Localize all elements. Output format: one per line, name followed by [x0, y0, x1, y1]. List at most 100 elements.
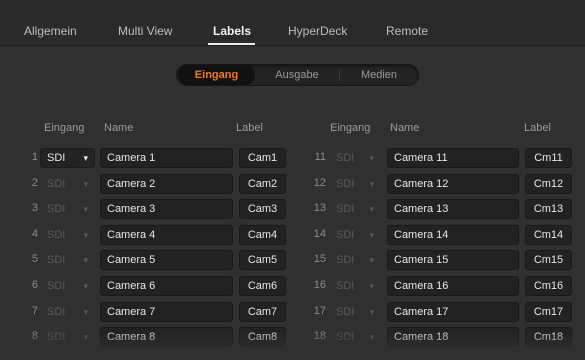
source-select-value: SDI — [47, 152, 66, 164]
source-select-value: SDI — [336, 152, 355, 164]
source-select-value: SDI — [336, 178, 355, 190]
source-select-value: SDI — [47, 280, 66, 292]
name-input[interactable]: Camera 17 — [387, 302, 519, 322]
segment-ausgabe[interactable]: Ausgabe — [257, 65, 337, 85]
source-select-value: SDI — [336, 331, 355, 343]
row-number: 6 — [31, 279, 38, 291]
source-select: SDI ▾ — [40, 302, 95, 322]
row-number: 14 — [313, 228, 326, 240]
row-number: 17 — [313, 305, 326, 317]
source-select: SDI ▾ — [40, 250, 95, 270]
chevron-down-icon: ▾ — [83, 255, 88, 265]
name-input[interactable]: Camera 6 — [100, 276, 233, 296]
name-input[interactable]: Camera 1 — [100, 148, 233, 168]
label-input[interactable]: Cam8 — [239, 327, 286, 347]
chevron-down-icon: ▾ — [83, 332, 88, 342]
label-input[interactable]: Cm12 — [525, 174, 572, 194]
name-input[interactable]: Camera 3 — [100, 199, 233, 219]
source-select[interactable]: SDI ▾ — [40, 148, 95, 168]
label-input[interactable]: Cm18 — [525, 327, 572, 347]
source-select: SDI ▾ — [329, 148, 381, 168]
source-select-value: SDI — [336, 203, 355, 215]
col-header-label-left: Label — [236, 122, 263, 134]
label-input[interactable]: Cam6 — [239, 276, 286, 296]
label-input[interactable]: Cm16 — [525, 276, 572, 296]
label-input[interactable]: Cm14 — [525, 225, 572, 245]
row-number: 8 — [31, 330, 38, 342]
name-input[interactable]: Camera 13 — [387, 199, 519, 219]
col-header-name-right: Name — [390, 122, 420, 134]
row-number: 4 — [31, 228, 38, 240]
source-select-value: SDI — [336, 306, 355, 318]
row-number: 12 — [313, 177, 326, 189]
row-number: 13 — [313, 202, 326, 214]
chevron-down-icon: ▾ — [369, 179, 374, 189]
source-select: SDI ▾ — [40, 199, 95, 219]
row-number: 2 — [31, 177, 38, 189]
source-select: SDI ▾ — [329, 302, 381, 322]
chevron-down-icon: ▾ — [83, 281, 88, 291]
name-input[interactable]: Camera 4 — [100, 225, 233, 245]
label-input[interactable]: Cam1 — [239, 148, 286, 168]
chevron-down-icon: ▾ — [369, 281, 374, 291]
source-select-value: SDI — [47, 306, 66, 318]
name-input[interactable]: Camera 15 — [387, 250, 519, 270]
source-select-value: SDI — [336, 254, 355, 266]
name-input[interactable]: Camera 14 — [387, 225, 519, 245]
chevron-down-icon: ▾ — [83, 204, 88, 214]
label-input[interactable]: Cm15 — [525, 250, 572, 270]
source-select: SDI ▾ — [329, 225, 381, 245]
label-input[interactable]: Cam3 — [239, 199, 286, 219]
label-input[interactable]: Cam2 — [239, 174, 286, 194]
name-input[interactable]: Camera 7 — [100, 302, 233, 322]
name-input[interactable]: Camera 2 — [100, 174, 233, 194]
chevron-down-icon: ▾ — [369, 307, 374, 317]
source-select-value: SDI — [47, 203, 66, 215]
tab-multi-view[interactable]: Multi View — [118, 24, 172, 38]
name-input[interactable]: Camera 8 — [100, 327, 233, 347]
row-number: 18 — [313, 330, 326, 342]
source-select-value: SDI — [336, 229, 355, 241]
chevron-down-icon: ▾ — [83, 153, 88, 163]
tab-allgemein[interactable]: Allgemein — [24, 24, 77, 38]
source-select: SDI ▾ — [40, 276, 95, 296]
name-input[interactable]: Camera 5 — [100, 250, 233, 270]
chevron-down-icon: ▾ — [369, 204, 374, 214]
label-input[interactable]: Cam4 — [239, 225, 286, 245]
tab-labels[interactable]: Labels — [213, 24, 251, 38]
source-select: SDI ▾ — [329, 174, 381, 194]
col-header-name-left: Name — [104, 122, 134, 134]
row-number: 7 — [31, 305, 38, 317]
name-input[interactable]: Camera 12 — [387, 174, 519, 194]
row-number: 15 — [313, 253, 326, 265]
row-number: 5 — [31, 253, 38, 265]
source-select: SDI ▾ — [329, 250, 381, 270]
source-select-value: SDI — [47, 254, 66, 266]
source-select: SDI ▾ — [329, 327, 381, 347]
tab-remote[interactable]: Remote — [386, 24, 428, 38]
chevron-down-icon: ▾ — [369, 153, 374, 163]
chevron-down-icon: ▾ — [369, 255, 374, 265]
tab-hyperdeck[interactable]: HyperDeck — [288, 24, 347, 38]
name-input[interactable]: Camera 11 — [387, 148, 519, 168]
tab-bar: Allgemein Multi View Labels HyperDeck Re… — [0, 0, 585, 46]
segment-eingang[interactable]: Eingang — [178, 65, 255, 85]
row-number: 16 — [313, 279, 326, 291]
source-select: SDI ▾ — [40, 327, 95, 347]
name-input[interactable]: Camera 16 — [387, 276, 519, 296]
source-select: SDI ▾ — [329, 276, 381, 296]
source-select-value: SDI — [47, 178, 66, 190]
chevron-down-icon: ▾ — [369, 332, 374, 342]
label-input[interactable]: Cam5 — [239, 250, 286, 270]
source-select-value: SDI — [336, 280, 355, 292]
chevron-down-icon: ▾ — [83, 230, 88, 240]
segment-medien[interactable]: Medien — [340, 65, 418, 85]
label-input[interactable]: Cam7 — [239, 302, 286, 322]
chevron-down-icon: ▾ — [83, 179, 88, 189]
label-input[interactable]: Cm13 — [525, 199, 572, 219]
label-input[interactable]: Cm17 — [525, 302, 572, 322]
name-input[interactable]: Camera 18 — [387, 327, 519, 347]
source-select: SDI ▾ — [329, 199, 381, 219]
col-header-eingang-left: Eingang — [44, 122, 85, 134]
label-input[interactable]: Cm11 — [525, 148, 572, 168]
